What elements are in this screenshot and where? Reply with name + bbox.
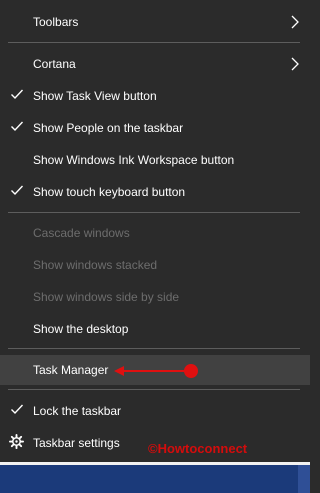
menu-item-toolbars[interactable]: Toolbars [0, 7, 310, 37]
chevron-right-icon [291, 57, 299, 71]
checkmark-icon [11, 121, 24, 132]
taskbar-edge [298, 465, 310, 493]
checkmark-icon [11, 185, 24, 196]
taskbar [0, 462, 310, 493]
menu-item-cortana[interactable]: Cortana [0, 49, 310, 79]
taskbar-top-strip [0, 462, 310, 465]
menu-item-label: Show windows side by side [33, 290, 180, 304]
chevron-right-icon [291, 15, 299, 29]
menu-separator [8, 42, 300, 43]
menu-item-label: Toolbars [33, 15, 79, 29]
menu-item-show-touch-keyboard[interactable]: Show touch keyboard button [0, 177, 310, 207]
menu-item-label: Lock the taskbar [33, 404, 122, 418]
menu-separator [8, 348, 300, 349]
menu-item-label: Cortana [33, 57, 76, 71]
menu-separator [8, 389, 300, 390]
menu-item-label: Cascade windows [33, 226, 130, 240]
menu-item-label: Taskbar settings [33, 436, 120, 450]
gear-icon [9, 434, 24, 449]
menu-item-show-task-view-button[interactable]: Show Task View button [0, 81, 310, 111]
checkmark-icon [11, 404, 24, 415]
menu-separator [8, 212, 300, 213]
menu-item-label: Show Task View button [33, 89, 157, 103]
watermark: ©Howtoconnect [148, 441, 248, 456]
checkmark-icon [11, 89, 24, 100]
menu-item-show-windows-ink-workspace[interactable]: Show Windows Ink Workspace button [0, 145, 310, 175]
taskbar-context-menu: Toolbars Cortana Show Task View button S… [0, 0, 310, 462]
menu-item-label: Show Windows Ink Workspace button [33, 153, 235, 167]
menu-item-show-people[interactable]: Show People on the taskbar [0, 113, 310, 143]
menu-item-show-windows-side-by-side: Show windows side by side [0, 282, 310, 312]
annotation-arrow-icon [114, 364, 198, 378]
menu-item-show-desktop[interactable]: Show the desktop [0, 314, 310, 344]
menu-item-show-windows-stacked: Show windows stacked [0, 250, 310, 280]
menu-item-lock-taskbar[interactable]: Lock the taskbar [0, 396, 310, 426]
menu-item-cascade-windows: Cascade windows [0, 218, 310, 248]
menu-item-label: Show the desktop [33, 322, 129, 336]
menu-item-label: Task Manager [33, 363, 109, 377]
menu-item-label: Show windows stacked [33, 258, 158, 272]
menu-item-label: Show People on the taskbar [33, 121, 184, 135]
menu-item-label: Show touch keyboard button [33, 185, 186, 199]
